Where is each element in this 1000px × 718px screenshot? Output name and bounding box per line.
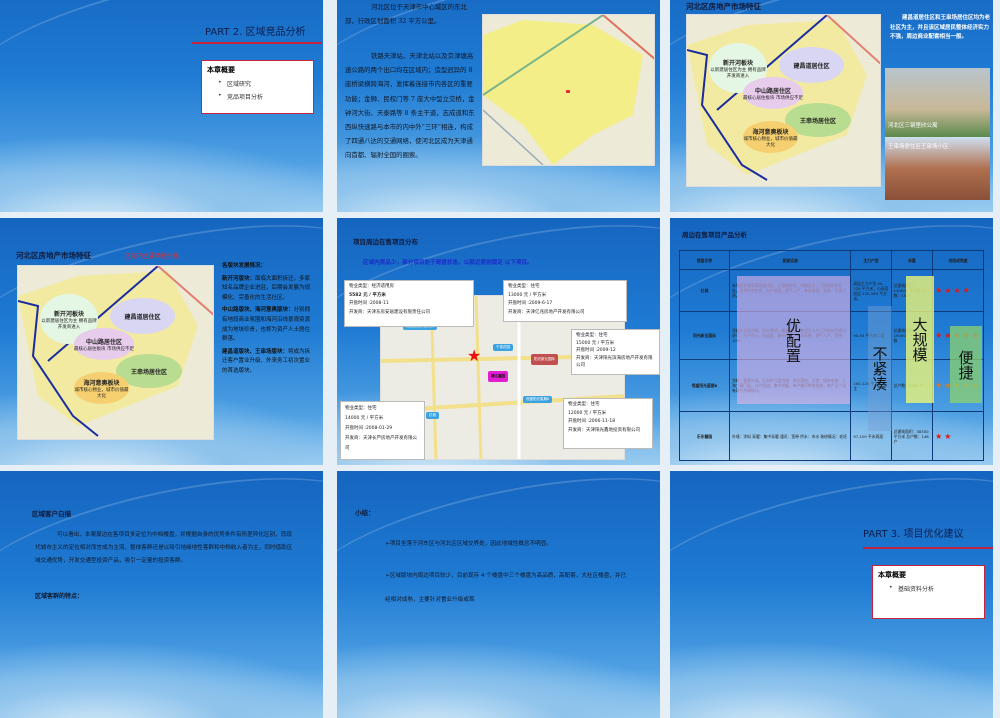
chapter-summary-box: 本章概要 区域研究 竞品项目分析	[201, 60, 314, 114]
map-pin: 阳光新业国际	[531, 354, 558, 365]
slide-thumbnail-9[interactable]: PART 3. 项目优化建议 本章概要 基础资料分析	[670, 471, 993, 718]
region-jianchangdao: 建昌道居住区	[110, 298, 175, 334]
photo-building-1: 河北区三钢里欣公寓	[885, 68, 990, 137]
slide-subtitle: 区域内主要两级分化	[125, 253, 180, 260]
transport-paragraph: 铁路天津站、天津北站以及京津塘高速公路的两个出口均在区域内；造型迥异的 8 座桥…	[345, 52, 475, 160]
slide-thumbnail-3[interactable]: 河北区房地产市场特征 新开河板块 以新建居住区为主 拥有品牌开发商进入 建昌道居住…	[670, 0, 993, 212]
summary-item: 竞品项目分析	[218, 92, 308, 101]
title-underline	[863, 547, 993, 549]
project-callout: 物业类型：住宅 12000 元 / 平方米 开盘时间 :2006-11-18 开发商：…	[563, 398, 653, 449]
slide-title: 区域客户白描	[32, 510, 71, 518]
part-title: PART 3. 项目优化建议	[863, 529, 964, 540]
intro-paragraph: 河北区位于天津市中心城区的东北部，行政区划面积 32 平方公里。	[345, 3, 467, 26]
slide-title: 小结：	[355, 509, 375, 517]
project-star-icon: ★	[467, 346, 482, 365]
overlay-large-scale: 大规模	[906, 276, 934, 403]
slide-thumbnail-2[interactable]: 河北区位于天津市中心城区的东北部，行政区划面积 32 平方公里。 铁路天津站、天…	[337, 0, 660, 212]
title-underline	[192, 42, 322, 44]
description-text: 建昌道居住区和王串场居住区均为老社区为主，并且该区域居民整体经济实力不强，周边商…	[890, 15, 991, 41]
project-callout: 物业类型：住宅 13000 元 / 平方米 开盘时间 :2009-6-17 开发商：天…	[503, 280, 627, 322]
summary-title: 本章概要	[207, 66, 235, 74]
slide-thumbnail-6[interactable]: 周边在售项目产品分析 楼盘名称配套设施主力户型体量地段成熟度 红城本项目外墙采用…	[670, 218, 993, 465]
project-callout: 物业类型：住宅 14000 元 / 平方米 开盘时间 :2008-01-29 开发商：…	[340, 401, 425, 460]
district-map	[482, 14, 655, 166]
slide-thumbnail-4[interactable]: 河北区房地产市场特征 区域内主要两级分化 新开河板块 以新建居住区为主 拥有品牌开…	[0, 218, 323, 465]
block-development-text: 各版块发展情况： 新开河版块：面临大面积拆迁，多家知名品牌企业进驻，后期会发展为…	[222, 263, 311, 374]
client-paragraph: 可以看出，本案周边在售项目多定位为中档楼盘，并根据自身的优势条件有所差异化区别，…	[35, 532, 293, 565]
slide-title: 河北区房地产市场特征	[16, 251, 91, 260]
slide-title: 周边在售项目产品分析	[682, 231, 747, 239]
region-map: 新开河板块 以新建居住区为主 拥有品牌开发商进入 建昌道居住区 中山路居住区 最核心…	[17, 265, 214, 440]
map-pin-highlight: 靖江嘉园	[488, 371, 508, 382]
region-zhongshanlu: 中山路居住区 最核心居住板块 市场供应不足	[74, 328, 134, 360]
map-pin: 恒盛阳光星期8	[523, 396, 553, 403]
chapter-summary-box: 本章概要 基础资料分析	[872, 565, 985, 619]
slide-thumbnail-1[interactable]: PART 2. 区域竞品分析 本章概要 区域研究 竞品项目分析	[0, 0, 323, 212]
region-jianchangdao: 建昌道居住区	[779, 47, 844, 83]
overlay-not-compact: 不紧凑	[868, 306, 892, 431]
client-subheading: 区域客群的特点：	[35, 593, 84, 600]
map-pin: 千禧花园	[493, 344, 513, 351]
project-callout: 物业类型：住宅 15000 元 / 平方米 开盘时间 :2009-12 开发商：天津阳…	[571, 329, 660, 375]
region-map: 新开河板块 以新建居住区为主 拥有品牌开发商进入 建昌道居住区 中山路居住区 最核心…	[686, 14, 881, 187]
overlay-good-facilities: 优配置	[737, 276, 850, 404]
table-row: 乐东馨园 外墙：涂料 采暖：集中采暖 通讯：宽带 供水：市水 装修情况：毛坯 97-…	[679, 411, 984, 461]
slide-title: 河北区房地产市场特征	[686, 2, 761, 11]
summary-title: 本章概要	[878, 571, 906, 579]
project-callout: 物业类型：经济适用房 5582 元 / 平方米 开盘时间 :2008-11 开发商：天…	[344, 280, 474, 327]
part-title: PART 2. 区域竞品分析	[205, 27, 306, 38]
slide-title: 项目周边在售项目分布	[353, 238, 418, 246]
slide-thumbnail-8[interactable]: 小结： ➢项目坐落于河东区与河北区区域交界处，因此地域性概念不明显。 ➢区域版块…	[337, 471, 660, 718]
region-haihe: 海河意奥板块 城市核心物业，城市价值最大化	[743, 121, 798, 153]
summary-bullet: ➢项目坐落于河东区与河北区区域交界处，因此地域性概念不明显。	[385, 541, 552, 547]
overlay-convenient: 便捷	[950, 326, 982, 403]
slide-thumbnail-5[interactable]: 项目周边在售项目分布 区域内竞品少，部分项目处于尾盘状态，以就近原则锁定 以下项…	[337, 218, 660, 465]
slide-thumbnail-7[interactable]: 区域客户白描 可以看出，本案周边在售项目多定位为中档楼盘，并根据自身的优势条件有…	[0, 471, 323, 718]
map-pin: 红城	[426, 412, 439, 419]
region-haihe: 海河意奥板块 城市核心物业，城市价值最大化	[74, 372, 129, 404]
summary-item: 基础资料分析	[889, 584, 979, 593]
region-zhongshanlu: 中山路居住区 最核心居住板块 市场供应不足	[743, 77, 803, 109]
summary-bullet: ➢区域版块内周边项目较少，目前现存 4 个楼盘中三个楼盘为高品质，高配套，大社区…	[385, 573, 627, 603]
photo-building-2: 王串场居住区王串场小区	[885, 137, 990, 200]
summary-item: 区域研究	[218, 79, 308, 88]
slide-subtitle: 区域内竞品少，部分项目处于尾盘状态，以就近原则锁定 以下项目。	[363, 260, 533, 266]
